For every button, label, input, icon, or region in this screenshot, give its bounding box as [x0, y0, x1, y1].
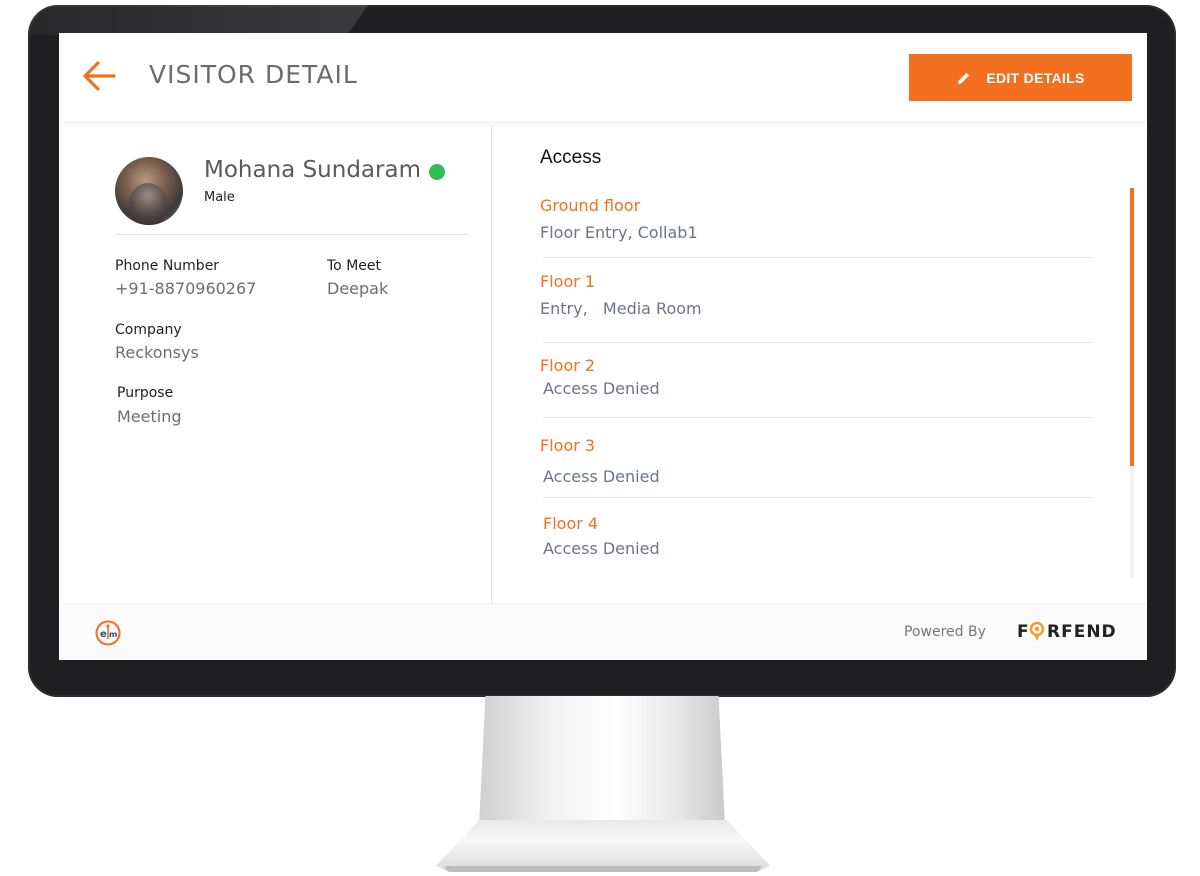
phone-value: +91-8870960267 [115, 279, 257, 298]
floor-access: Entry, Media Room [540, 299, 702, 318]
floor-separator [543, 417, 1093, 418]
powered-by-text: Powered By [904, 624, 986, 640]
floor-separator [543, 497, 1093, 498]
profile-divider [116, 234, 468, 235]
avatar [115, 157, 183, 225]
bezel-glare [28, 5, 368, 35]
edit-details-label: EDIT DETAILS [986, 69, 1085, 86]
company-label: Company [115, 322, 182, 338]
edit-details-button[interactable]: EDIT DETAILS [909, 54, 1132, 101]
company-value: Reckonsys [115, 343, 199, 362]
floor-name: Floor 4 [543, 514, 599, 533]
floor-access: Access Denied [543, 539, 660, 558]
visitor-gender: Male [204, 190, 235, 205]
floor-access: Floor Entry, Collab1 [540, 223, 698, 242]
access-scrollbar-thumb[interactable] [1130, 188, 1134, 466]
page-title: VISITOR DETAIL [149, 60, 358, 89]
floor-name: Floor 2 [540, 356, 596, 375]
floor-name: Ground floor [540, 196, 641, 215]
forfend-logo-icon: F RFEND [1017, 621, 1117, 642]
floor-separator [543, 257, 1093, 258]
monitor-stand-base [436, 820, 770, 872]
phone-label: Phone Number [115, 258, 220, 274]
footer: e m Powered By F RFEND [59, 603, 1147, 660]
visitor-info-panel: Mohana Sundaram Male Phone Number +91-88… [59, 121, 491, 603]
floor-access: Access Denied [543, 467, 660, 486]
to-meet-value: Deepak [327, 279, 389, 298]
panel-divider [491, 125, 492, 637]
online-status-dot [429, 164, 445, 180]
floor-access: Access Denied [543, 379, 660, 398]
svg-text:e: e [100, 629, 107, 640]
arrow-left-icon[interactable] [82, 59, 116, 93]
access-title: Access [540, 147, 602, 168]
visitor-name: Mohana Sundaram [204, 157, 421, 183]
app-screen: VISITOR DETAIL EDIT DETAILS Mohana Sunda… [59, 33, 1147, 660]
purpose-value: Meeting [117, 407, 182, 426]
svg-text:F: F [1017, 622, 1030, 642]
purpose-label: Purpose [117, 385, 174, 401]
top-bar: VISITOR DETAIL EDIT DETAILS [59, 33, 1147, 121]
svg-text:m: m [109, 630, 117, 639]
to-meet-label: To Meet [327, 258, 381, 274]
svg-text:RFEND: RFEND [1047, 622, 1117, 642]
monitor-stand-shadow [445, 866, 761, 872]
forfend-logo: F RFEND [1017, 618, 1119, 649]
floor-name: Floor 3 [540, 436, 596, 455]
pencil-icon [958, 72, 970, 84]
em-logo-icon: e m [95, 620, 121, 646]
floor-separator [543, 342, 1093, 343]
floor-name: Floor 1 [540, 272, 596, 291]
